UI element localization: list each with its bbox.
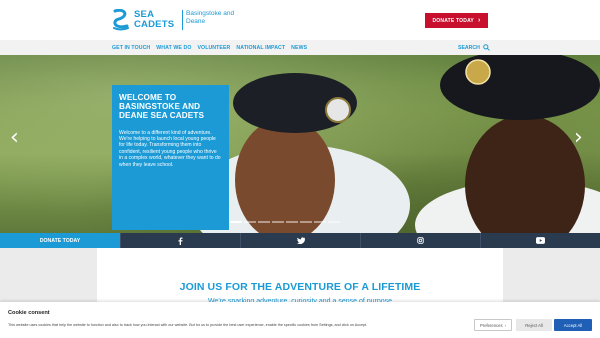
page: SEA CADETS Basingstoke and Deane DONATE … <box>0 0 600 338</box>
facebook-link[interactable] <box>120 233 240 248</box>
nav-items: GET IN TOUCH WHAT WE DO VOLUNTEER NATION… <box>112 40 307 55</box>
slider-next-arrow[interactable]: › <box>574 127 583 149</box>
welcome-panel: WELCOME TO BASINGSTOKE AND DEANE SEA CAD… <box>112 85 229 230</box>
unit-name-line-1: Basingstoke and <box>186 10 235 17</box>
twitter-icon <box>296 237 305 244</box>
twitter-link[interactable] <box>240 233 360 248</box>
slider-dot[interactable] <box>258 221 270 223</box>
chevron-right-icon: › <box>477 17 481 24</box>
accept-all-button[interactable]: Accept All <box>554 319 592 331</box>
instagram-icon <box>417 237 424 244</box>
facebook-icon <box>178 237 183 245</box>
preferences-button[interactable]: Preferences › <box>474 319 512 331</box>
social-bar: DONATE TODAY <box>0 233 600 248</box>
slider-pagination <box>230 221 340 223</box>
nav-item-national-impact[interactable]: NATIONAL IMPACT <box>236 45 285 51</box>
logo-line-2: CADETS <box>134 19 175 30</box>
nav-item-what-we-do[interactable]: WHAT WE DO <box>156 45 191 51</box>
logo-divider <box>182 10 183 30</box>
instagram-link[interactable] <box>360 233 480 248</box>
donate-button-label: DONATE TODAY <box>432 17 474 24</box>
hero-slider: ‹ › WELCOME TO BASINGSTOKE AND DEANE SEA… <box>0 55 600 233</box>
unit-name: Basingstoke and Deane <box>186 10 256 26</box>
donate-button[interactable]: DONATE TODAY › <box>425 13 488 28</box>
site-header: SEA CADETS Basingstoke and Deane DONATE … <box>0 0 600 40</box>
social-donate-button[interactable]: DONATE TODAY <box>0 233 120 248</box>
nav-item-news[interactable]: NEWS <box>291 45 307 51</box>
slider-dot[interactable] <box>328 221 340 223</box>
unit-name-line-2: Deane <box>186 18 206 25</box>
welcome-title: WELCOME TO BASINGSTOKE AND DEANE SEA CAD… <box>119 93 205 121</box>
chevron-right-icon: › <box>504 322 506 328</box>
slider-dot[interactable] <box>272 221 284 223</box>
slider-dot[interactable] <box>286 221 298 223</box>
cookie-consent-banner: Cookie consent This website uses cookies… <box>0 302 600 338</box>
join-heading: JOIN US FOR THE ADVENTURE OF A LIFETIME <box>179 281 421 293</box>
nav-item-volunteer[interactable]: VOLUNTEER <box>198 45 231 51</box>
search-label: SEARCH <box>458 44 480 51</box>
youtube-icon <box>536 237 545 244</box>
cookie-title: Cookie consent <box>8 310 50 316</box>
search-button[interactable]: SEARCH <box>458 40 490 55</box>
search-icon <box>483 44 490 51</box>
main-nav: GET IN TOUCH WHAT WE DO VOLUNTEER NATION… <box>0 40 600 55</box>
reject-all-button[interactable]: Reject All <box>516 319 552 331</box>
slider-dot[interactable] <box>230 221 242 223</box>
cookie-text: This website uses cookies that help the … <box>8 323 368 327</box>
youtube-link[interactable] <box>480 233 600 248</box>
hero-photo <box>190 55 600 233</box>
slider-prev-arrow[interactable]: ‹ <box>10 127 19 149</box>
wave-logo-icon <box>113 9 129 31</box>
welcome-text: Welcome to a different kind of adventure… <box>119 129 221 168</box>
slider-dot[interactable] <box>244 221 256 223</box>
slider-dot[interactable] <box>314 221 326 223</box>
nav-item-get-in-touch[interactable]: GET IN TOUCH <box>112 45 150 51</box>
preferences-button-label: Preferences <box>480 322 503 328</box>
logo-wordmark: SEA CADETS <box>134 10 174 30</box>
slider-dot[interactable] <box>300 221 312 223</box>
